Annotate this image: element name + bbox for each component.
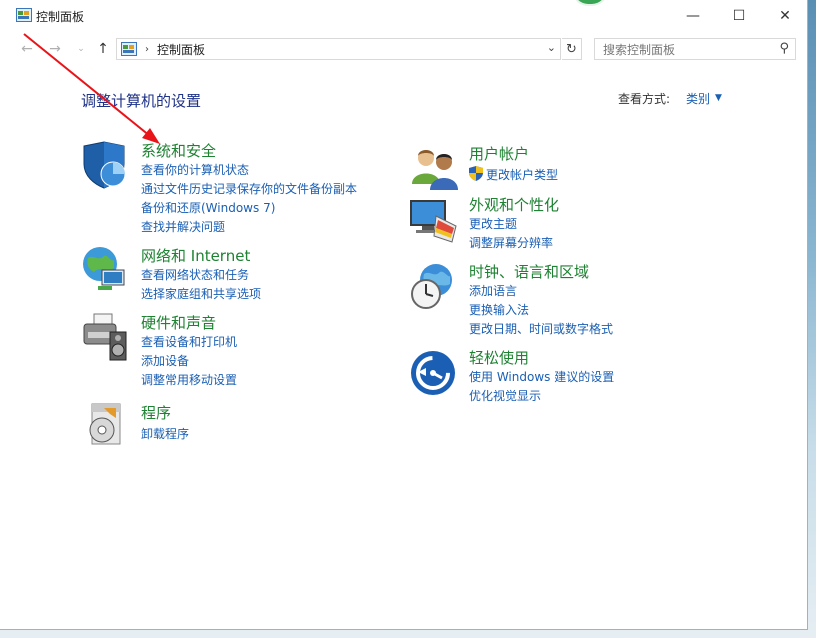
- printer-speaker-icon[interactable]: [80, 312, 130, 362]
- category-title-network[interactable]: 网络和 Internet: [141, 245, 250, 266]
- forward-arrow-icon[interactable]: →: [46, 39, 64, 59]
- link-view-computer-status[interactable]: 查看你的计算机状态: [141, 161, 249, 178]
- control-panel-small-icon: [121, 42, 137, 56]
- category-title-system-security[interactable]: 系统和安全: [141, 140, 216, 161]
- link-optimize-visual-display[interactable]: 优化视觉显示: [469, 387, 541, 404]
- search-box[interactable]: 搜索控制面板 ⚲: [594, 38, 796, 60]
- link-file-history-backup[interactable]: 通过文件历史记录保存你的文件备份副本: [141, 180, 357, 197]
- category-title-hardware-sound[interactable]: 硬件和声音: [141, 312, 216, 333]
- link-change-account-type[interactable]: 更改帐户类型: [486, 166, 558, 183]
- title-bar[interactable]: 控制面板 — ☐ ✕: [0, 0, 807, 32]
- breadcrumb[interactable]: 控制面板: [157, 41, 205, 58]
- link-troubleshoot[interactable]: 查找并解决问题: [141, 218, 225, 235]
- control-panel-app-icon: [16, 8, 32, 22]
- programs-disc-icon[interactable]: [82, 400, 132, 450]
- refresh-icon[interactable]: ↻: [562, 38, 582, 60]
- view-by-dropdown[interactable]: 类别: [686, 90, 710, 107]
- category-title-user-accounts[interactable]: 用户帐户: [469, 143, 529, 164]
- view-by-caret-icon[interactable]: ▼: [715, 93, 722, 103]
- link-backup-restore[interactable]: 备份和还原(Windows 7): [141, 199, 275, 216]
- baidu-watermark-logo: Bai du 经验: [620, 574, 774, 604]
- security-shield-icon[interactable]: [80, 140, 130, 190]
- category-title-programs[interactable]: 程序: [141, 402, 171, 423]
- link-screen-resolution[interactable]: 调整屏幕分辨率: [469, 234, 553, 251]
- appearance-monitor-icon[interactable]: [408, 196, 458, 246]
- close-button[interactable]: ✕: [762, 0, 808, 32]
- floating-badge: [572, 0, 608, 6]
- back-arrow-icon[interactable]: ←: [18, 39, 36, 59]
- window-title: 控制面板: [36, 10, 85, 24]
- up-arrow-icon[interactable]: ↑: [94, 39, 112, 59]
- category-title-clock-region[interactable]: 时钟、语言和区域: [469, 261, 589, 282]
- recent-locations-chevron-icon[interactable]: ⌄: [72, 39, 90, 59]
- search-input[interactable]: 搜索控制面板: [603, 41, 675, 58]
- user-accounts-icon[interactable]: [410, 144, 460, 194]
- link-uninstall-program[interactable]: 卸载程序: [141, 425, 189, 442]
- link-network-status[interactable]: 查看网络状态和任务: [141, 266, 249, 283]
- link-devices-printers[interactable]: 查看设备和打印机: [141, 333, 237, 350]
- baidu-watermark-url: jingyan.baidu.com: [680, 611, 782, 624]
- control-panel-window: 控制面板 — ☐ ✕ ← → ⌄ ↑ › 控制面板 ⌄ ↻ 搜索控制面板 ⚲ 调…: [0, 0, 808, 630]
- link-date-time-format[interactable]: 更改日期、时间或数字格式: [469, 320, 613, 337]
- navigation-bar: ← → ⌄ ↑ › 控制面板 ⌄ ↻ 搜索控制面板 ⚲: [0, 36, 808, 62]
- ease-of-access-icon[interactable]: [410, 350, 460, 400]
- link-change-input-method[interactable]: 更换输入法: [469, 301, 529, 318]
- uac-shield-icon: [469, 166, 483, 181]
- breadcrumb-separator-icon[interactable]: ›: [145, 44, 149, 55]
- clock-globe-icon[interactable]: [408, 262, 458, 312]
- link-add-language[interactable]: 添加语言: [469, 282, 517, 299]
- maximize-button[interactable]: ☐: [716, 0, 762, 32]
- view-by-label: 查看方式:: [618, 92, 671, 106]
- link-add-device[interactable]: 添加设备: [141, 352, 189, 369]
- category-title-appearance[interactable]: 外观和个性化: [469, 194, 559, 215]
- link-recommended-settings[interactable]: 使用 Windows 建议的设置: [469, 368, 614, 385]
- address-dropdown-icon[interactable]: ⌄: [547, 41, 556, 54]
- category-title-ease-of-access[interactable]: 轻松使用: [469, 347, 529, 368]
- address-bar[interactable]: › 控制面板 ⌄: [116, 38, 561, 60]
- page-title: 调整计算机的设置: [81, 92, 202, 110]
- link-mobility-settings[interactable]: 调整常用移动设置: [141, 371, 237, 388]
- network-globe-icon[interactable]: [80, 244, 130, 294]
- minimize-button[interactable]: —: [670, 0, 716, 32]
- link-change-theme[interactable]: 更改主题: [469, 215, 517, 232]
- search-icon[interactable]: ⚲: [779, 41, 789, 56]
- link-homegroup-sharing[interactable]: 选择家庭组和共享选项: [141, 285, 261, 302]
